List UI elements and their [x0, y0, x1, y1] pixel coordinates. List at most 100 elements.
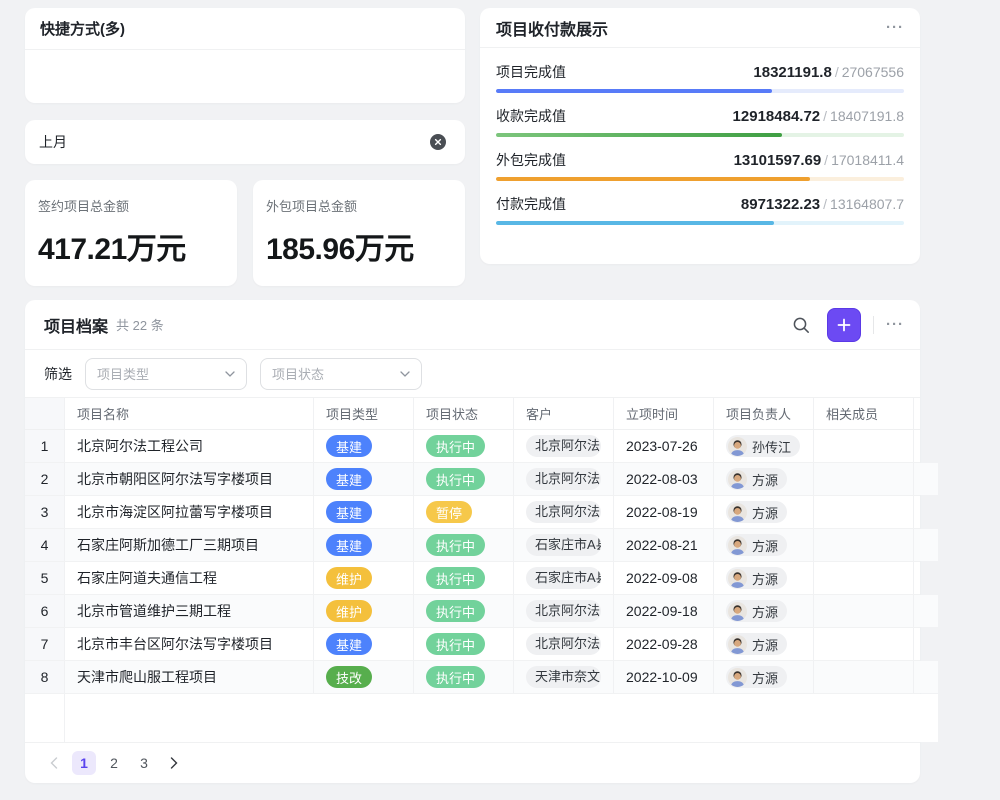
- table-row[interactable]: 1 北京阿尔法工程公司 基建 执行中 北京阿尔法工 2023-07-26 孙传江: [25, 430, 920, 463]
- cell-members: [814, 496, 914, 528]
- owner-name: 方源: [752, 536, 778, 555]
- cell-project-type: 基建: [314, 430, 414, 462]
- row-number: 4: [25, 529, 65, 561]
- cell-project-status: 执行中: [414, 628, 514, 660]
- table-row[interactable]: 3 北京市海淀区阿拉蕾写字楼项目 基建 暂停 北京阿尔法工 2022-08-19…: [25, 496, 920, 529]
- customer-chip: 石家庄市A县: [526, 567, 601, 589]
- clear-filter-button[interactable]: [430, 134, 446, 150]
- table-empty-area: [25, 694, 920, 743]
- cell-filler: [914, 595, 938, 627]
- table-title: 项目档案: [44, 313, 108, 337]
- payment-card-header: 项目收付款展示 ···: [480, 8, 920, 48]
- type-tag: 基建: [326, 468, 372, 490]
- dropdown-placeholder: 项目状态: [272, 364, 324, 383]
- column-header-customer: 客户: [514, 398, 614, 429]
- cell-project-type: 技改: [314, 661, 414, 693]
- cell-start-date: 2022-10-09: [614, 661, 714, 693]
- next-page-button[interactable]: [162, 751, 186, 775]
- owner-chip: 方源: [726, 534, 787, 556]
- cell-owner: 方源: [714, 595, 814, 627]
- filter-dropdown-type[interactable]: 项目类型: [85, 358, 247, 390]
- cell-owner: 方源: [714, 496, 814, 528]
- cell-filler: [914, 529, 938, 561]
- search-icon: [792, 316, 810, 334]
- cell-owner: 方源: [714, 661, 814, 693]
- table-row[interactable]: 4 石家庄阿斯加德工厂三期项目 基建 执行中 石家庄市A县 2022-08-21…: [25, 529, 920, 562]
- type-tag: 基建: [326, 633, 372, 655]
- type-tag: 基建: [326, 534, 372, 556]
- cell-customer: 天津市奈文摩: [514, 661, 614, 693]
- page-button-3[interactable]: 3: [132, 751, 156, 775]
- cell-start-date: 2023-07-26: [614, 430, 714, 462]
- cell-members: [814, 628, 914, 660]
- cell-start-date: 2022-08-21: [614, 529, 714, 561]
- payment-card-body: 项目完成值 18321191.8/27067556 收款完成值 12918484…: [480, 48, 920, 225]
- stat-value: 417.21万元: [38, 224, 224, 268]
- cell-project-type: 基建: [314, 463, 414, 495]
- progress-fill: [496, 177, 810, 181]
- stat-card-signed-total: 签约项目总金额 417.21万元: [25, 180, 237, 286]
- stat-label: 签约项目总金额: [38, 196, 224, 215]
- table-row[interactable]: 5 石家庄阿道夫通信工程 维护 执行中 石家庄市A县 2022-09-08 方源: [25, 562, 920, 595]
- row-number: 7: [25, 628, 65, 660]
- cell-project-status: 执行中: [414, 661, 514, 693]
- table-row[interactable]: 2 北京市朝阳区阿尔法写字楼项目 基建 执行中 北京阿尔法工 2022-08-0…: [25, 463, 920, 496]
- add-record-button[interactable]: [827, 308, 861, 342]
- column-header-date: 立项时间: [614, 398, 714, 429]
- filter-dropdown-status[interactable]: 项目状态: [260, 358, 422, 390]
- progress-track: [496, 133, 904, 137]
- table-row[interactable]: 7 北京市丰台区阿尔法写字楼项目 基建 执行中 北京阿尔法工 2022-09-2…: [25, 628, 920, 661]
- cell-project-type: 基建: [314, 529, 414, 561]
- project-archive-card: 项目档案 共 22 条 ··· 筛选 项目类型 项: [25, 300, 920, 783]
- cell-owner: 孙传江: [714, 430, 814, 462]
- column-header-filler: [914, 398, 938, 429]
- progress-total: 13164807.7: [830, 196, 904, 212]
- page-button-2[interactable]: 2: [102, 751, 126, 775]
- prev-page-button[interactable]: [42, 751, 66, 775]
- table-toolbar: 项目档案 共 22 条 ···: [25, 300, 920, 350]
- ellipsis-icon: ···: [886, 316, 904, 333]
- close-icon: [430, 134, 446, 150]
- cell-filler: [914, 430, 938, 462]
- type-tag: 基建: [326, 435, 372, 457]
- cell-project-type: 维护: [314, 595, 414, 627]
- owner-chip: 孙传江: [726, 435, 800, 457]
- table-row[interactable]: 6 北京市管道维护三期工程 维护 执行中 北京阿尔法工 2022-09-18 方…: [25, 595, 920, 628]
- table-header-row: 项目名称 项目类型 项目状态 客户 立项时间 项目负责人 相关成员: [25, 398, 920, 430]
- payment-overview-card: 项目收付款展示 ··· 项目完成值 18321191.8/27067556 收款…: [480, 8, 920, 264]
- progress-values: 13101597.69/17018411.4: [734, 152, 904, 169]
- cell-customer: 石家庄市A县: [514, 529, 614, 561]
- shortcuts-card-title: 快捷方式(多): [40, 18, 125, 39]
- row-number: 8: [25, 661, 65, 693]
- table-row[interactable]: 8 天津市爬山服工程项目 技改 执行中 天津市奈文摩 2022-10-09 方源: [25, 661, 920, 694]
- avatar: [728, 635, 747, 654]
- chevron-down-icon: [225, 371, 235, 377]
- progress-separator: /: [824, 152, 828, 168]
- cell-filler: [914, 463, 938, 495]
- stat-value: 185.96万元: [266, 224, 452, 268]
- progress-current: 18321191.8: [753, 64, 831, 81]
- column-header-status: 项目状态: [414, 398, 514, 429]
- cell-project-name: 北京市朝阳区阿尔法写字楼项目: [65, 463, 314, 495]
- progress-total: 18407191.8: [830, 108, 904, 124]
- progress-track: [496, 221, 904, 225]
- page-button-1[interactable]: 1: [72, 751, 96, 775]
- pagination: 1 2 3: [25, 743, 920, 783]
- progress-track: [496, 89, 904, 93]
- avatar: [728, 668, 747, 687]
- more-options-button[interactable]: ···: [886, 20, 904, 35]
- avatar: [728, 470, 747, 489]
- cell-customer: 北京阿尔法工: [514, 430, 614, 462]
- cell-start-date: 2022-09-08: [614, 562, 714, 594]
- month-filter-label: 上月: [39, 132, 67, 152]
- stat-label: 外包项目总金额: [266, 196, 452, 215]
- cell-filler: [914, 628, 938, 660]
- search-button[interactable]: [792, 316, 810, 334]
- status-tag: 执行中: [426, 534, 485, 556]
- row-number-header: [25, 398, 65, 429]
- cell-filler: [914, 661, 938, 693]
- table-more-button[interactable]: ···: [886, 317, 904, 332]
- cell-project-name: 石家庄阿道夫通信工程: [65, 562, 314, 594]
- cell-project-name: 北京阿尔法工程公司: [65, 430, 314, 462]
- filter-label: 筛选: [44, 364, 72, 384]
